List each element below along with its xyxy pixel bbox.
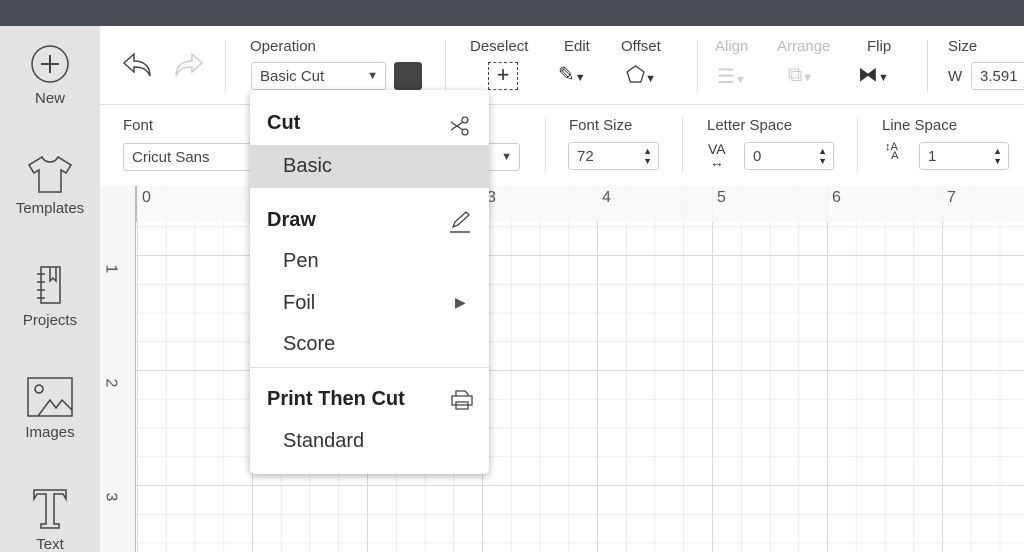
notebook-icon xyxy=(37,266,61,304)
divider xyxy=(682,117,683,172)
text-toolbar: Font Cricut Sans ▼ Font Size 72 ▲ ▼ Letter… xyxy=(100,105,1024,186)
chevron-down-icon: ▼ xyxy=(501,151,512,163)
design-canvas[interactable] xyxy=(100,186,1024,552)
font-size-value: 72 xyxy=(577,147,594,165)
ruler-label: 5 xyxy=(717,189,726,206)
width-input[interactable]: 3.591 xyxy=(971,62,1024,90)
letter-space-value: 0 xyxy=(753,147,762,165)
sidebar-item-label: Projects xyxy=(22,312,78,329)
operation-select[interactable]: Basic Cut ▼ xyxy=(251,62,386,90)
ruler-label: 4 xyxy=(602,189,611,206)
arrange-label: Arrange xyxy=(777,38,831,55)
ruler-label: 7 xyxy=(947,189,956,206)
image-icon xyxy=(27,377,73,417)
font-label: Font xyxy=(123,117,154,134)
arrange-button[interactable]: ⧉▼ xyxy=(788,64,813,87)
flip-label: Flip xyxy=(867,38,892,55)
plus-circle-icon xyxy=(31,45,69,83)
chevron-down-icon: ▼ xyxy=(367,70,378,82)
vertical-ruler: 1 2 3 xyxy=(100,186,136,552)
pentagon-icon: ⬠ xyxy=(626,62,646,87)
sidebar-item-images[interactable]: Images xyxy=(0,376,100,441)
main-toolbar: Operation Basic Cut ▼ Deselect + Edit ✎▼ … xyxy=(100,26,1024,105)
sidebar-item-label: Templates xyxy=(15,200,85,217)
align-label: Align xyxy=(715,38,749,55)
offset-button[interactable]: ⬠▼ xyxy=(626,62,656,88)
offset-label: Offset xyxy=(621,38,661,55)
font-size-label: Font Size xyxy=(569,117,633,134)
flip-button[interactable]: ⧓▼ xyxy=(858,62,889,87)
edit-tools-icon: ✎ xyxy=(558,64,575,86)
deselect-button[interactable]: + xyxy=(488,62,518,90)
scissors-icon xyxy=(450,116,469,136)
ruler-label: 1 xyxy=(102,264,120,274)
operation-label: Operation xyxy=(250,38,316,55)
operation-dropdown-menu: Cut Basic Draw Pen Foil ▶ Score Print Th… xyxy=(250,90,489,474)
text-icon xyxy=(33,489,67,529)
menu-item-score[interactable]: Score xyxy=(250,323,489,365)
divider xyxy=(225,40,226,92)
divider xyxy=(545,117,546,172)
stepper-icon[interactable]: ▲ ▼ xyxy=(643,146,652,166)
menu-group-draw: Draw xyxy=(267,209,316,231)
sidebar-item-projects[interactable]: Projects xyxy=(0,264,100,329)
flip-icon: ⧓ xyxy=(858,64,878,86)
line-space-label: Line Space xyxy=(882,117,958,134)
menu-group-print-then-cut: Print Then Cut xyxy=(267,388,405,410)
sidebar: New Templates Projects Images Text xyxy=(0,26,100,553)
edit-button[interactable]: ✎▼ xyxy=(558,62,586,87)
menu-group-cut: Cut xyxy=(267,112,301,134)
size-label: Size xyxy=(948,38,978,55)
title-bar xyxy=(0,0,1024,26)
stepper-icon[interactable]: ▲ ▼ xyxy=(993,146,1002,166)
align-button[interactable]: ☰▼ xyxy=(717,64,746,89)
deselect-label: Deselect xyxy=(470,38,529,55)
sidebar-item-templates[interactable]: Templates xyxy=(0,154,100,217)
line-space-input[interactable]: 1 ▲ ▼ xyxy=(919,142,1009,170)
sidebar-item-label: Images xyxy=(25,424,75,441)
menu-item-basic[interactable]: Basic xyxy=(250,145,489,187)
align-icon: ☰ xyxy=(717,66,735,88)
divider xyxy=(697,40,698,92)
stepper-icon[interactable]: ▲ ▼ xyxy=(818,146,827,166)
ruler-label: 3 xyxy=(102,492,120,502)
sidebar-item-label: New xyxy=(34,90,65,107)
divider xyxy=(250,367,489,368)
operation-value: Basic Cut xyxy=(260,67,325,85)
operation-color-swatch[interactable] xyxy=(394,62,422,90)
letter-space-input[interactable]: 0 ▲ ▼ xyxy=(744,142,834,170)
edit-label: Edit xyxy=(564,38,590,55)
divider xyxy=(927,40,928,92)
chevron-right-icon: ▶ xyxy=(455,294,466,310)
width-label: W xyxy=(948,68,963,85)
font-size-input[interactable]: 72 ▲ ▼ xyxy=(568,142,659,170)
font-value: Cricut Sans xyxy=(132,148,210,166)
divider xyxy=(445,40,446,92)
sidebar-item-new[interactable]: New xyxy=(0,44,100,107)
divider xyxy=(857,117,858,172)
pen-icon xyxy=(450,211,470,233)
letter-space-icon: VA ↔ xyxy=(708,141,726,170)
ruler-label: 6 xyxy=(832,189,841,206)
menu-item-pen[interactable]: Pen xyxy=(250,240,489,282)
width-value: 3.591 xyxy=(980,67,1018,85)
divider xyxy=(250,187,489,188)
line-space-icon: ↕A A xyxy=(885,141,899,162)
letter-space-label: Letter Space xyxy=(707,117,793,134)
printer-icon xyxy=(451,390,473,410)
line-space-value: 1 xyxy=(928,147,937,165)
menu-item-standard[interactable]: Standard xyxy=(250,420,489,462)
sidebar-item-text[interactable]: Text xyxy=(0,486,100,553)
ruler-label: 2 xyxy=(102,378,120,388)
menu-item-foil[interactable]: Foil xyxy=(250,282,489,324)
redo-icon[interactable] xyxy=(172,52,204,78)
tshirt-icon xyxy=(27,155,73,193)
arrange-icon: ⧉ xyxy=(788,64,803,86)
undo-icon[interactable] xyxy=(122,52,154,78)
ruler-label: 0 xyxy=(142,189,151,206)
sidebar-item-label: Text xyxy=(36,536,64,553)
